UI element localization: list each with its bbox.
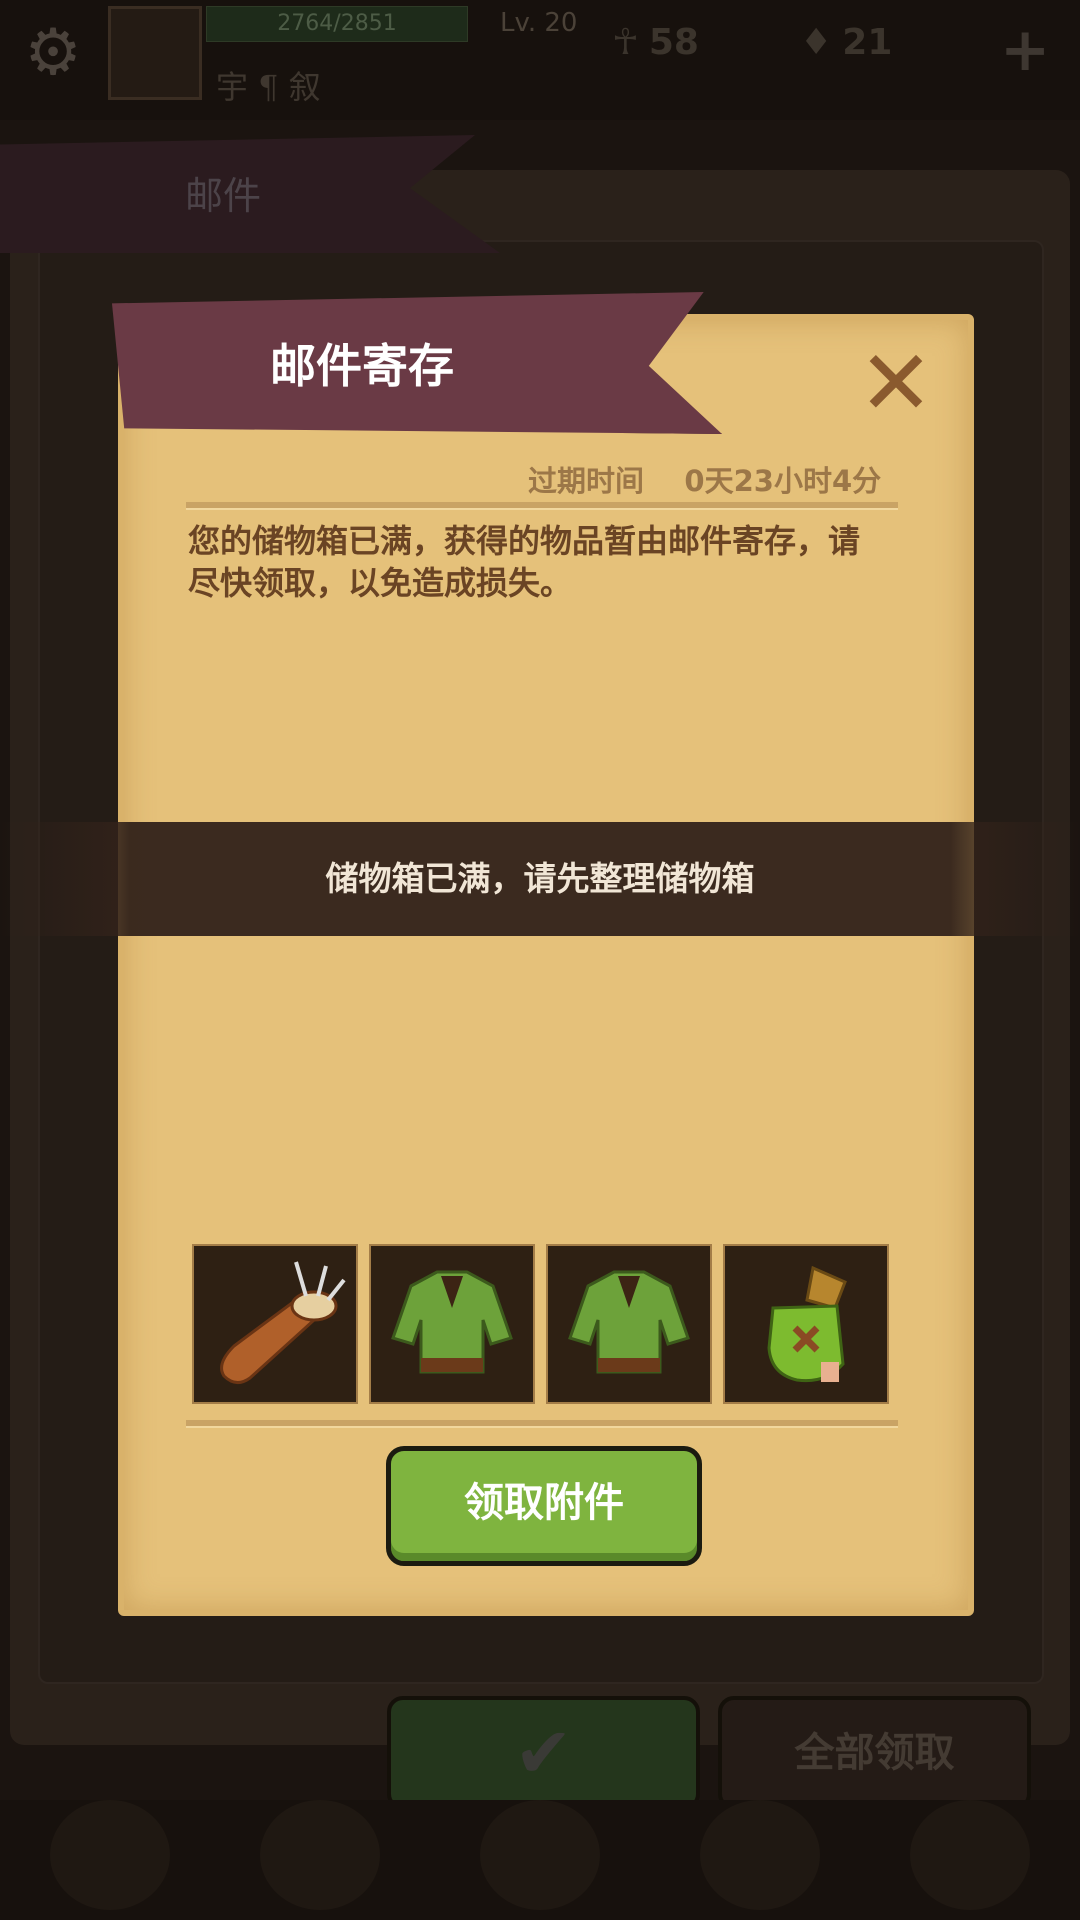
green-tunic-icon [568, 1270, 690, 1374]
level-label: Lv. 20 [500, 8, 578, 38]
attachment-slot[interactable] [369, 1244, 535, 1404]
avatar[interactable] [108, 6, 202, 100]
close-icon[interactable]: ✕ [856, 339, 936, 429]
gear-icon[interactable]: ⚙ [18, 18, 88, 88]
nav-map-icon[interactable] [910, 1800, 1030, 1910]
attachment-slot[interactable] [192, 1244, 358, 1404]
player-name: 宇 ¶ 叙 [216, 68, 321, 106]
checkmark-icon: ✔ [514, 1712, 573, 1794]
claim-all-button[interactable]: 全部领取 [718, 1696, 1031, 1810]
green-tunic-icon [391, 1270, 513, 1374]
xp-text: 2764/2851 [277, 11, 397, 36]
toast-banner: 储物箱已满，请先整理储物箱 [0, 822, 1080, 936]
confirm-button[interactable]: ✔ [387, 1696, 700, 1810]
gem-icon: ♦ [800, 22, 833, 63]
claim-attachment-button[interactable]: 领取附件 [386, 1446, 702, 1566]
resource-ankh-value: 58 [648, 22, 699, 63]
attachment-slot[interactable] [546, 1244, 712, 1404]
dialog-title: 邮件寄存 [270, 339, 454, 393]
divider [186, 1420, 898, 1428]
resource-gem: ♦ 21 [800, 22, 892, 63]
resource-ankh: ☥ 58 [612, 22, 699, 63]
nav-book-icon[interactable] [480, 1800, 600, 1910]
claim-all-label: 全部领取 [794, 1730, 955, 1776]
claim-attachment-label: 领取附件 [464, 1480, 624, 1526]
mail-tab-label: 邮件 [185, 174, 262, 218]
xp-bar: 2764/2851 [206, 6, 468, 42]
toast-message: 储物箱已满，请先整理储物箱 [325, 859, 755, 898]
top-hud: ⚙ 2764/2851 Lv. 20 宇 ¶ 叙 ☥ 58 ♦ 21 + [0, 0, 1080, 120]
add-resource-button[interactable]: + [1000, 20, 1050, 80]
arrow-quiver-icon [220, 1261, 346, 1384]
divider [186, 502, 898, 510]
green-glove-icon [767, 1265, 847, 1383]
mail-body: 您的储物箱已满，获得的物品暂由邮件寄存，请尽快领取，以免造成损失。 [188, 522, 861, 602]
ankh-icon: ☥ [612, 22, 639, 63]
resource-gem-value: 21 [842, 22, 893, 63]
expire-value: 0天23小时4分 [684, 464, 882, 498]
attachment-slot[interactable] [723, 1244, 889, 1404]
expire-time: 过期时间 0天23小时4分 [528, 458, 881, 500]
expire-label: 过期时间 [528, 464, 645, 498]
nav-sword-icon[interactable] [260, 1800, 380, 1910]
nav-campfire-icon[interactable] [50, 1800, 170, 1910]
nav-portal-icon[interactable] [700, 1800, 820, 1910]
